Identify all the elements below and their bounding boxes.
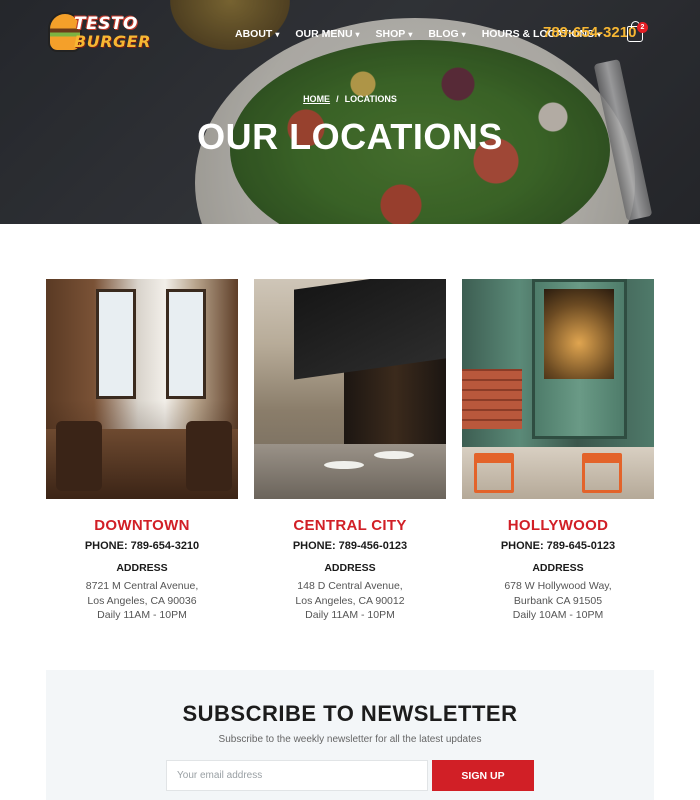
location-photo-hollywood: [462, 279, 654, 499]
photo-window: [544, 289, 614, 379]
location-phone: PHONE: 789-645-0123: [500, 540, 616, 552]
photo-brick-wall: [462, 369, 522, 429]
nav-item-label: ABOUT: [235, 28, 273, 40]
location-photo-downtown: [46, 279, 238, 499]
nav-item-label: BLOG: [428, 28, 459, 40]
location-photo-central-city: [254, 279, 446, 499]
location-address-heading: ADDRESS: [532, 562, 584, 574]
chevron-down-icon: ▾: [408, 30, 413, 39]
nav-item-label: SHOP: [375, 28, 406, 40]
photo-window: [166, 289, 206, 399]
chevron-down-icon: ▾: [355, 30, 360, 39]
location-address-line1: 8721 M Central Avenue,: [85, 580, 199, 592]
chevron-down-icon: ▾: [461, 30, 466, 39]
location-name: HOLLYWOOD: [507, 517, 609, 534]
chevron-down-icon: ▾: [275, 30, 280, 39]
breadcrumb-home-link[interactable]: HOME: [303, 94, 330, 104]
location-address-heading: ADDRESS: [116, 562, 168, 574]
location-address-line1: 678 W Hollywood Way,: [504, 580, 612, 592]
location-address-line1: 148 D Central Avenue,: [297, 580, 403, 592]
logo-text-line2: BURGER: [74, 32, 151, 51]
email-input[interactable]: [166, 760, 428, 791]
breadcrumb-separator: /: [336, 94, 339, 104]
nav-item-our-menu[interactable]: OUR MENU ▾: [295, 28, 359, 40]
location-phone: PHONE: 789-456-0123: [292, 540, 408, 552]
location-address-line2: Los Angeles, CA 90012: [295, 594, 405, 607]
location-address-line2: Burbank CA 91505: [513, 594, 603, 607]
newsletter-section: SUBSCRIBE TO NEWSLETTER Subscribe to the…: [46, 670, 654, 800]
photo-table: [374, 451, 414, 459]
location-hours: Daily 11AM - 10PM: [97, 609, 187, 621]
nav-item-about[interactable]: ABOUT ▾: [235, 28, 279, 40]
location-hours: Daily 10AM - 10PM: [512, 609, 604, 621]
location-name: CENTRAL CITY: [293, 517, 407, 534]
location-card-central-city: CENTRAL CITY PHONE: 789-456-0123 ADDRESS…: [254, 279, 446, 623]
logo-text-line1: TESTO: [74, 14, 139, 34]
cart-count-badge: 2: [637, 22, 648, 33]
location-address-heading: ADDRESS: [324, 562, 376, 574]
photo-window: [96, 289, 136, 399]
location-name: DOWNTOWN: [94, 517, 190, 534]
newsletter-subtitle: Subscribe to the weekly newsletter for a…: [218, 734, 482, 745]
photo-chair: [582, 453, 622, 493]
header-phone-link[interactable]: 789-654-3210: [543, 24, 636, 41]
photo-chair: [56, 421, 102, 491]
location-hours: Daily 11AM - 10PM: [305, 609, 395, 621]
photo-street: [254, 444, 446, 499]
photo-chair: [186, 421, 232, 491]
location-address-line2: Los Angeles, CA 90036: [87, 594, 197, 607]
breadcrumb-current: LOCATIONS: [344, 94, 397, 104]
nav-item-shop[interactable]: SHOP ▾: [376, 28, 413, 40]
nav-item-blog[interactable]: BLOG ▾: [428, 28, 465, 40]
location-phone: PHONE: 789-654-3210: [84, 540, 200, 552]
breadcrumb: HOME / LOCATIONS: [0, 94, 700, 104]
newsletter-title: SUBSCRIBE TO NEWSLETTER: [182, 701, 518, 726]
page-title: OUR LOCATIONS: [197, 116, 503, 157]
nav-item-label: OUR MENU: [295, 28, 353, 40]
photo-chair: [474, 453, 514, 493]
photo-table: [324, 461, 364, 469]
location-card-downtown: DOWNTOWN PHONE: 789-654-3210 ADDRESS 872…: [46, 279, 238, 623]
location-card-hollywood: HOLLYWOOD PHONE: 789-645-0123 ADDRESS 67…: [462, 279, 654, 623]
site-logo[interactable]: TESTO BURGER: [44, 10, 150, 56]
sign-up-button[interactable]: SIGN UP: [432, 760, 534, 791]
